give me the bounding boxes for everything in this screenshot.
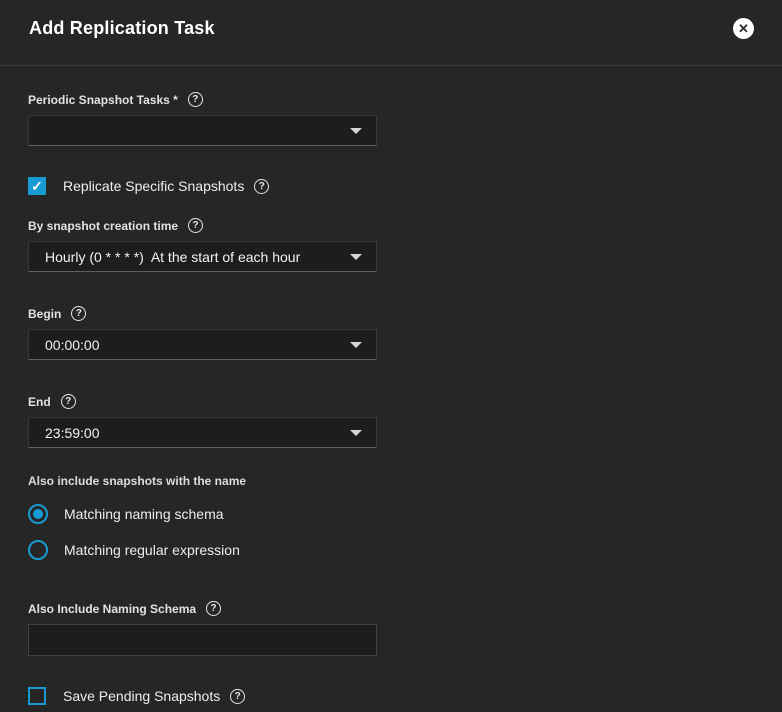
- save-pending-snapshots-checkbox[interactable]: [28, 687, 46, 705]
- select-value: 00:00:00: [45, 337, 100, 353]
- also-include-group-label: Also include snapshots with the name: [28, 474, 754, 488]
- radio-dot: [33, 545, 43, 555]
- also-include-naming-schema-input[interactable]: [28, 624, 377, 656]
- begin-select[interactable]: 00:00:00: [28, 329, 377, 360]
- begin-label: Begin ?: [28, 306, 754, 321]
- save-pending-snapshots-label: Save Pending Snapshots: [63, 688, 220, 704]
- help-icon[interactable]: ?: [188, 92, 203, 107]
- help-icon[interactable]: ?: [206, 601, 221, 616]
- radio-label: Matching naming schema: [64, 506, 224, 522]
- help-icon[interactable]: ?: [61, 394, 76, 409]
- end-select[interactable]: 23:59:00: [28, 417, 377, 448]
- by-snapshot-creation-time-select[interactable]: Hourly (0 * * * *) At the start of each …: [28, 241, 377, 272]
- replicate-specific-snapshots-checkbox-row[interactable]: ✓ Replicate Specific Snapshots ?: [28, 177, 754, 195]
- help-icon[interactable]: ?: [230, 689, 245, 704]
- replicate-specific-snapshots-label: Replicate Specific Snapshots: [63, 178, 244, 194]
- radio-matching-regular-expression[interactable]: [28, 540, 48, 560]
- also-include-naming-schema-label: Also Include Naming Schema ?: [28, 601, 754, 616]
- end-label: End ?: [28, 394, 754, 409]
- add-replication-task-dialog: Add Replication Task ✕ Periodic Snapshot…: [0, 0, 782, 712]
- radio-dot: [33, 509, 43, 519]
- by-snapshot-creation-time-label: By snapshot creation time ?: [28, 218, 754, 233]
- periodic-snapshot-tasks-label: Periodic Snapshot Tasks * ?: [28, 92, 754, 107]
- replicate-specific-snapshots-checkbox[interactable]: ✓: [28, 177, 46, 195]
- close-icon: ✕: [738, 21, 749, 37]
- chevron-down-icon: [350, 342, 362, 348]
- radio-row-matching-regular-expression[interactable]: Matching regular expression: [28, 540, 754, 560]
- radio-row-matching-naming-schema[interactable]: Matching naming schema: [28, 504, 754, 524]
- check-icon: ✓: [31, 179, 43, 193]
- dialog-title: Add Replication Task: [29, 16, 215, 39]
- dialog-content: Periodic Snapshot Tasks * ? ✓ Replicate …: [0, 92, 782, 705]
- chevron-down-icon: [350, 128, 362, 134]
- help-icon[interactable]: ?: [254, 179, 269, 194]
- help-icon[interactable]: ?: [188, 218, 203, 233]
- radio-label: Matching regular expression: [64, 542, 240, 558]
- help-icon[interactable]: ?: [71, 306, 86, 321]
- dialog-header: Add Replication Task ✕: [0, 0, 782, 66]
- select-value: Hourly (0 * * * *) At the start of each …: [45, 249, 300, 265]
- close-button[interactable]: ✕: [733, 18, 754, 39]
- periodic-snapshot-tasks-select[interactable]: [28, 115, 377, 146]
- save-pending-snapshots-checkbox-row[interactable]: Save Pending Snapshots ?: [28, 687, 754, 705]
- select-value: 23:59:00: [45, 425, 100, 441]
- radio-matching-naming-schema[interactable]: [28, 504, 48, 524]
- chevron-down-icon: [350, 254, 362, 260]
- chevron-down-icon: [350, 430, 362, 436]
